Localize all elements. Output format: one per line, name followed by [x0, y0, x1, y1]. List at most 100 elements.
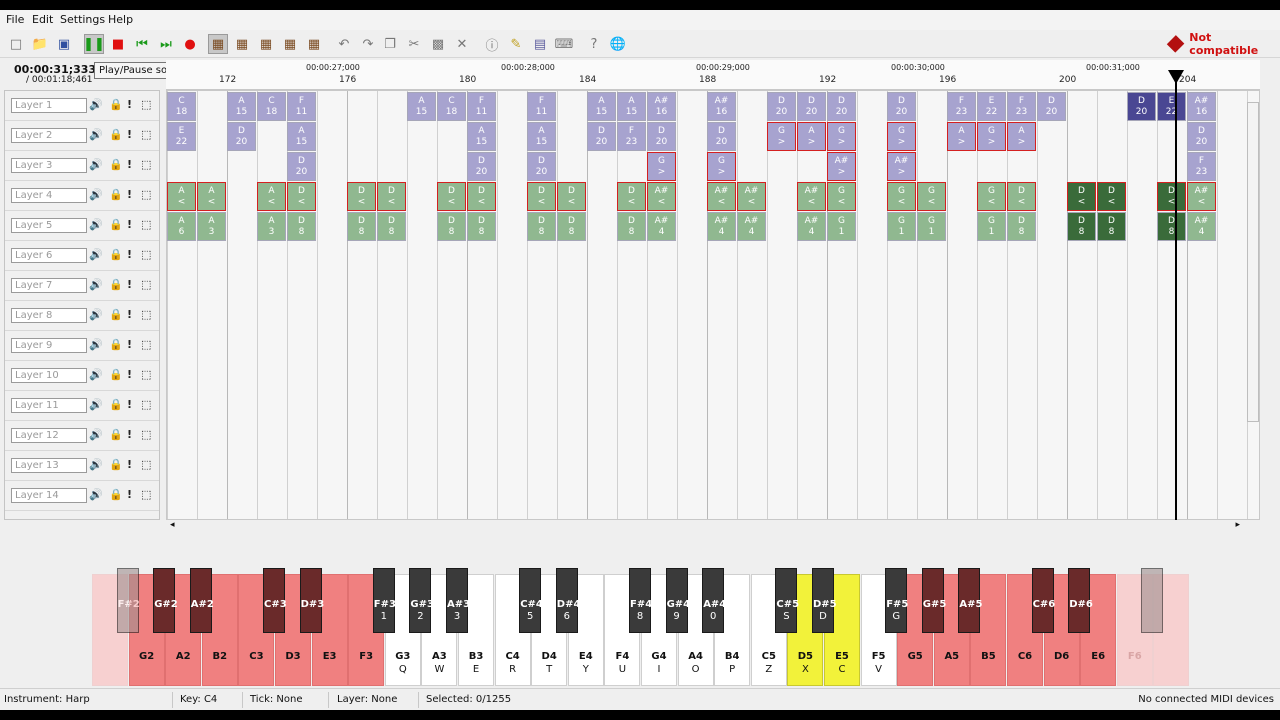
note-block[interactable]: D <	[467, 182, 496, 211]
layer-name-field[interactable]: Layer 1	[11, 98, 87, 113]
redo-icon[interactable]: ↷	[358, 34, 378, 54]
solo-icon[interactable]: !	[127, 398, 132, 411]
volume-icon[interactable]: 🔊	[89, 338, 103, 351]
help-icon[interactable]: ?	[584, 34, 604, 54]
note-block[interactable]: D8	[287, 212, 316, 241]
black-key[interactable]: D#3	[299, 568, 324, 633]
note-block[interactable]: D8	[617, 212, 646, 241]
layer-name-field[interactable]: Layer 4	[11, 188, 87, 203]
note-block[interactable]: D8	[377, 212, 406, 241]
menu-file[interactable]: File	[6, 13, 24, 26]
globe-icon[interactable]: 🌐	[608, 34, 628, 54]
note-block[interactable]: D8	[527, 212, 556, 241]
select-layer-icon[interactable]: ⬚	[141, 218, 151, 231]
select-layer-icon[interactable]: ⬚	[141, 458, 151, 471]
note-block[interactable]: E 22	[1157, 92, 1186, 121]
note-block[interactable]: D 20	[467, 152, 496, 181]
note-block[interactable]: D8	[437, 212, 466, 241]
note-block[interactable]: D <	[287, 182, 316, 211]
note-block[interactable]: A# 4	[647, 212, 676, 241]
layer-row[interactable]: Layer 1 🔊 🔒! ⬚	[5, 91, 159, 121]
note-block[interactable]: G1	[827, 212, 856, 241]
lock-icon[interactable]: 🔒	[109, 428, 123, 441]
lock-icon[interactable]: 🔒	[109, 398, 123, 411]
layer-row[interactable]: Layer 8 🔊 🔒! ⬚	[5, 301, 159, 331]
note-block[interactable]: G >	[887, 122, 916, 151]
note-block[interactable]: E 22	[167, 122, 196, 151]
volume-icon[interactable]: 🔊	[89, 98, 103, 111]
select-layer-icon[interactable]: ⬚	[141, 368, 151, 381]
menu-edit[interactable]: Edit	[32, 13, 53, 26]
save-icon[interactable]: ▣	[54, 34, 74, 54]
volume-icon[interactable]: 🔊	[89, 128, 103, 141]
note-block[interactable]: D8	[1157, 212, 1186, 241]
note-block[interactable]: D 20	[527, 152, 556, 181]
layer-row[interactable]: Layer 2 🔊 🔒! ⬚	[5, 121, 159, 151]
note-block[interactable]: A3	[197, 212, 226, 241]
black-key[interactable]: C#5 S	[775, 568, 799, 633]
instruments-icon[interactable]: ▤	[530, 34, 550, 54]
note-block[interactable]: D8	[467, 212, 496, 241]
note-block[interactable]: A <	[257, 182, 286, 211]
solo-icon[interactable]: !	[127, 428, 132, 441]
note-block[interactable]: A# <	[1187, 182, 1216, 211]
note-block[interactable]: G >	[767, 122, 796, 151]
layer-name-field[interactable]: Layer 6	[11, 248, 87, 263]
volume-icon[interactable]: 🔊	[89, 278, 103, 291]
note-block[interactable]: A 15	[617, 92, 646, 121]
note-block[interactable]: D 20	[707, 122, 736, 151]
volume-icon[interactable]: 🔊	[89, 188, 103, 201]
note-block[interactable]: G1	[917, 212, 946, 241]
black-key[interactable]: G#2	[153, 568, 178, 633]
note-block[interactable]: A# 16	[1187, 92, 1216, 121]
note-block[interactable]: F 11	[287, 92, 316, 121]
note-block[interactable]: A# >	[827, 152, 856, 181]
select-layer-icon[interactable]: ⬚	[141, 98, 151, 111]
layer-row[interactable]: Layer 13 🔊 🔒! ⬚	[5, 451, 159, 481]
volume-icon[interactable]: 🔊	[89, 218, 103, 231]
note-block[interactable]: A# <	[797, 182, 826, 211]
select-layer-icon[interactable]: ⬚	[141, 308, 151, 321]
rewind-icon[interactable]: ⏮	[132, 34, 152, 54]
layer-name-field[interactable]: Layer 10	[11, 368, 87, 383]
note-block[interactable]: F 11	[527, 92, 556, 121]
layer-row[interactable]: Layer 14 🔊 🔒! ⬚	[5, 481, 159, 511]
menu-help[interactable]: Help	[108, 13, 133, 26]
note-block[interactable]: A 15	[287, 122, 316, 151]
lock-icon[interactable]: 🔒	[109, 278, 123, 291]
lock-icon[interactable]: 🔒	[109, 368, 123, 381]
note-block[interactable]: D 20	[827, 92, 856, 121]
note-block[interactable]: C 18	[437, 92, 466, 121]
black-key[interactable]: A#4 0	[702, 568, 726, 633]
note-block[interactable]: G <	[827, 182, 856, 211]
timeline-ruler[interactable]: 172 176 180 184 188 192 196 200 204 00:00:27;000 0…	[166, 60, 1260, 90]
layer-name-field[interactable]: Layer 7	[11, 278, 87, 293]
solo-icon[interactable]: !	[127, 338, 132, 351]
note-block[interactable]: D 20	[227, 122, 256, 151]
volume-icon[interactable]: 🔊	[89, 368, 103, 381]
select-layer-icon[interactable]: ⬚	[141, 398, 151, 411]
layer-name-field[interactable]: Layer 14	[11, 488, 87, 503]
black-key[interactable]: F#3 1	[372, 568, 396, 633]
lock-icon[interactable]: 🔒	[109, 158, 123, 171]
layer-row[interactable]: Layer 11 🔊 🔒! ⬚	[5, 391, 159, 421]
tool-add-icon[interactable]: ▦	[232, 34, 252, 54]
black-key[interactable]: D#5 D	[812, 568, 837, 633]
note-block[interactable]: A 15	[527, 122, 556, 151]
note-block[interactable]: G >	[977, 122, 1006, 151]
solo-icon[interactable]: !	[127, 308, 132, 321]
note-block[interactable]: A 15	[227, 92, 256, 121]
note-block[interactable]: D <	[1097, 182, 1126, 211]
note-block[interactable]: A# <	[737, 182, 766, 211]
note-block[interactable]: C 18	[167, 92, 196, 121]
layer-row[interactable]: Layer 7 🔊 🔒! ⬚	[5, 271, 159, 301]
note-block[interactable]: D <	[437, 182, 466, 211]
note-block[interactable]: D 20	[1127, 92, 1156, 121]
note-block[interactable]: G >	[707, 152, 736, 181]
info-icon[interactable]: ⓘ	[482, 34, 502, 54]
note-block[interactable]: D8	[1097, 212, 1126, 241]
layer-name-field[interactable]: Layer 8	[11, 308, 87, 323]
solo-icon[interactable]: !	[127, 188, 132, 201]
layer-name-field[interactable]: Layer 12	[11, 428, 87, 443]
black-key[interactable]: A#3 3	[446, 568, 470, 633]
